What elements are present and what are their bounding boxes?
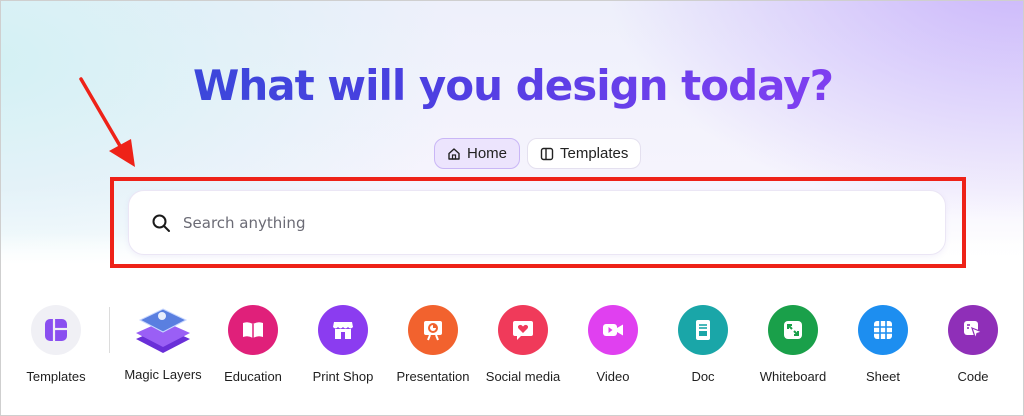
shortcut-social-media[interactable]: Social media xyxy=(478,305,568,384)
doc-icon xyxy=(678,305,728,355)
page-title: What will you design today? xyxy=(1,61,1023,110)
template-icon xyxy=(540,147,554,160)
shortcut-magic-layers[interactable]: Magic Layers xyxy=(118,305,208,382)
shortcut-label: Doc xyxy=(691,369,715,384)
search-icon xyxy=(152,214,170,232)
page-frame: What will you design today? Home Templat… xyxy=(0,0,1024,416)
shortcut-sheet[interactable]: Sheet xyxy=(838,305,928,384)
expand-icon xyxy=(768,305,818,355)
shortcut-label: Video xyxy=(596,369,630,384)
shortcut-print-shop[interactable]: Print Shop xyxy=(298,305,388,384)
code-cursor-icon xyxy=(948,305,998,355)
book-icon xyxy=(228,305,278,355)
shortcut-label: Templates xyxy=(26,369,86,384)
shortcut-label: Print Shop xyxy=(312,369,374,384)
search-bar[interactable] xyxy=(128,190,946,255)
heart-chat-icon xyxy=(498,305,548,355)
presentation-icon xyxy=(408,305,458,355)
shortcut-label: Code xyxy=(957,369,989,384)
shortcut-label: Sheet xyxy=(866,369,900,384)
shortcut-label: Presentation xyxy=(396,369,470,384)
shortcut-label: Social media xyxy=(485,369,561,384)
shortcut-video[interactable]: Video xyxy=(568,305,658,384)
shortcut-label: Magic Layers xyxy=(124,367,202,382)
shortcut-divider xyxy=(109,307,110,353)
tab-templates[interactable]: Templates xyxy=(527,138,642,169)
storefront-icon xyxy=(318,305,368,355)
shortcut-education[interactable]: Education xyxy=(208,305,298,384)
shortcut-label: Education xyxy=(224,369,282,384)
templates-icon xyxy=(31,305,81,355)
shortcut-doc[interactable]: Doc xyxy=(658,305,748,384)
magic-layers-icon xyxy=(136,305,190,353)
shortcut-whiteboard[interactable]: Whiteboard xyxy=(748,305,838,384)
home-icon xyxy=(448,147,460,160)
video-camera-icon xyxy=(588,305,638,355)
shortcut-code[interactable]: Code xyxy=(928,305,1018,384)
shortcut-label: Whiteboard xyxy=(759,369,827,384)
annotation-arrow-icon xyxy=(79,77,135,167)
tab-templates-label: Templates xyxy=(560,145,629,162)
shortcut-templates[interactable]: Templates xyxy=(11,305,101,384)
tab-home[interactable]: Home xyxy=(434,138,521,169)
shortcut-presentation[interactable]: Presentation xyxy=(388,305,478,384)
tab-home-label: Home xyxy=(467,145,508,162)
search-input[interactable] xyxy=(183,213,883,232)
table-icon xyxy=(858,305,908,355)
